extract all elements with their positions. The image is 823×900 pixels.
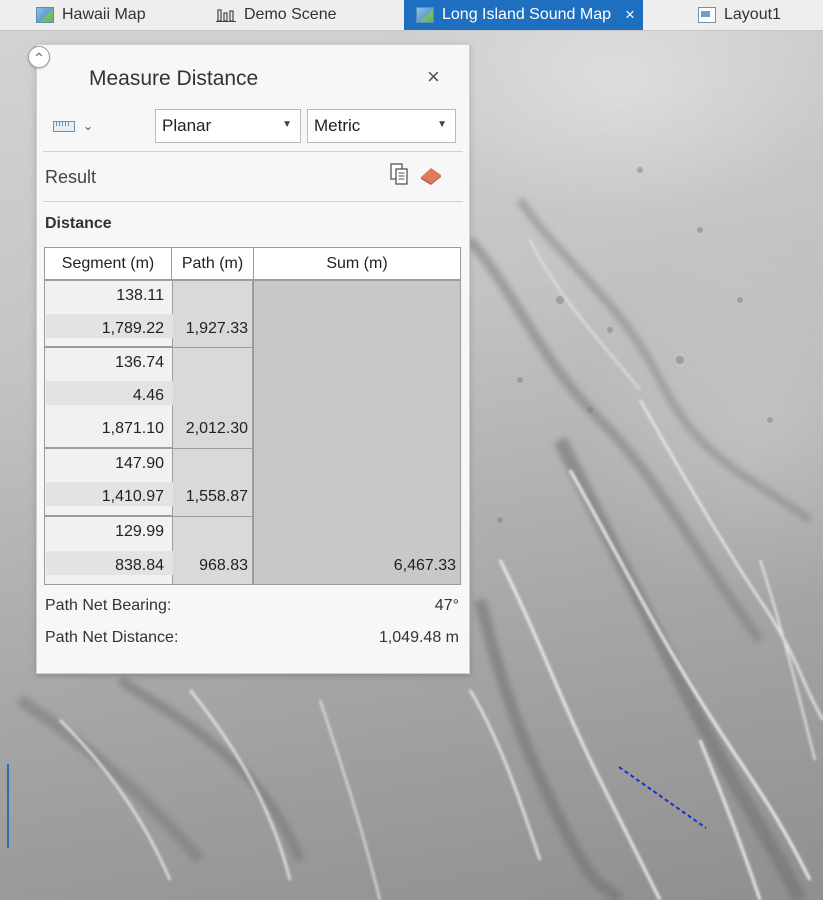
bearing-label: Path Net Bearing: bbox=[45, 597, 172, 614]
tab-label: Hawaii Map bbox=[62, 6, 146, 23]
path-group-separator bbox=[172, 347, 253, 348]
divider bbox=[43, 151, 463, 152]
measure-mode-value: Planar bbox=[162, 116, 212, 135]
measure-toolbar: ⌄ Planar ▼ Metric ▼ bbox=[37, 109, 469, 149]
panel-title: Measure Distance bbox=[89, 67, 259, 90]
chevron-up-icon: ^ bbox=[34, 50, 44, 64]
path-value: 1,558.87 bbox=[185, 488, 248, 505]
segment-value: 147.90 bbox=[115, 455, 164, 472]
dropdown-arrow-icon: ▼ bbox=[282, 119, 292, 130]
left-edge-accent bbox=[7, 764, 9, 848]
measure-tool-dropdown[interactable]: ⌄ bbox=[53, 119, 93, 133]
divider bbox=[43, 201, 463, 202]
distance-heading: Distance bbox=[45, 215, 112, 232]
path-value: 2,012.30 bbox=[185, 420, 248, 437]
tab-hawaii-map[interactable]: Hawaii Map bbox=[36, 0, 146, 30]
map-tab-icon bbox=[416, 7, 434, 23]
collapse-panel-button[interactable]: ^ bbox=[28, 46, 50, 68]
segment-value: 1,789.22 bbox=[101, 320, 164, 337]
sum-value: 6,467.33 bbox=[393, 557, 456, 574]
sum-column bbox=[253, 280, 461, 585]
tab-label: Demo Scene bbox=[244, 6, 337, 23]
result-heading: Result bbox=[45, 167, 97, 187]
segment-value: 136.74 bbox=[115, 354, 164, 371]
path-net-bearing-row: Path Net Bearing: 47° bbox=[45, 597, 459, 615]
copy-icon[interactable] bbox=[390, 163, 408, 185]
map-tab-icon bbox=[36, 7, 54, 23]
units-value: Metric bbox=[314, 116, 361, 135]
tab-layout1[interactable]: Layout1 bbox=[698, 0, 781, 30]
path-group-separator bbox=[172, 448, 253, 449]
units-select[interactable]: Metric ▼ bbox=[307, 109, 456, 143]
tab-label: Long Island Sound Map bbox=[442, 6, 612, 23]
segment-value: 1,871.10 bbox=[101, 420, 164, 437]
segment-value: 138.11 bbox=[116, 287, 164, 304]
path-value: 968.83 bbox=[199, 557, 248, 574]
tab-long-island-sound-map[interactable]: Long Island Sound Map × bbox=[404, 0, 643, 30]
segment-value: 129.99 bbox=[115, 523, 164, 540]
ruler-icon bbox=[53, 120, 75, 132]
dropdown-arrow-icon: ▼ bbox=[437, 119, 447, 130]
measure-distance-panel: Measure Distance × ⌄ Planar ▼ Metric ▼ R… bbox=[36, 44, 470, 674]
tab-label: Layout1 bbox=[724, 6, 781, 23]
segment-value: 838.84 bbox=[115, 557, 164, 574]
segment-value: 4.46 bbox=[132, 387, 164, 404]
tab-demo-scene[interactable]: Demo Scene bbox=[216, 0, 337, 30]
clear-results-icon[interactable] bbox=[419, 165, 443, 185]
path-group-separator bbox=[172, 516, 253, 517]
column-header-sum: Sum (m) bbox=[253, 247, 461, 280]
path-value: 1,927.33 bbox=[185, 320, 248, 337]
net-distance-label: Path Net Distance: bbox=[45, 629, 179, 646]
layout-tab-icon bbox=[698, 7, 716, 23]
close-tab-icon[interactable]: × bbox=[625, 5, 635, 25]
segment-value: 1,410.97 bbox=[101, 488, 164, 505]
column-header-path: Path (m) bbox=[171, 247, 254, 280]
net-distance-value: 1,049.48 m bbox=[378, 629, 459, 646]
distance-results-table: Segment (m) Path (m) Sum (m) 138.11 1,78… bbox=[44, 247, 461, 585]
view-tab-bar: Hawaii Map Demo Scene Long Island Sound … bbox=[0, 0, 823, 31]
scene-tab-icon bbox=[216, 9, 236, 22]
measure-mode-select[interactable]: Planar ▼ bbox=[155, 109, 301, 143]
close-panel-button[interactable]: × bbox=[427, 65, 440, 89]
chevron-down-icon: ⌄ bbox=[83, 119, 94, 133]
bearing-value: 47° bbox=[434, 597, 459, 614]
path-net-distance-row: Path Net Distance: 1,049.48 m bbox=[45, 629, 459, 647]
column-header-segment: Segment (m) bbox=[44, 247, 172, 280]
